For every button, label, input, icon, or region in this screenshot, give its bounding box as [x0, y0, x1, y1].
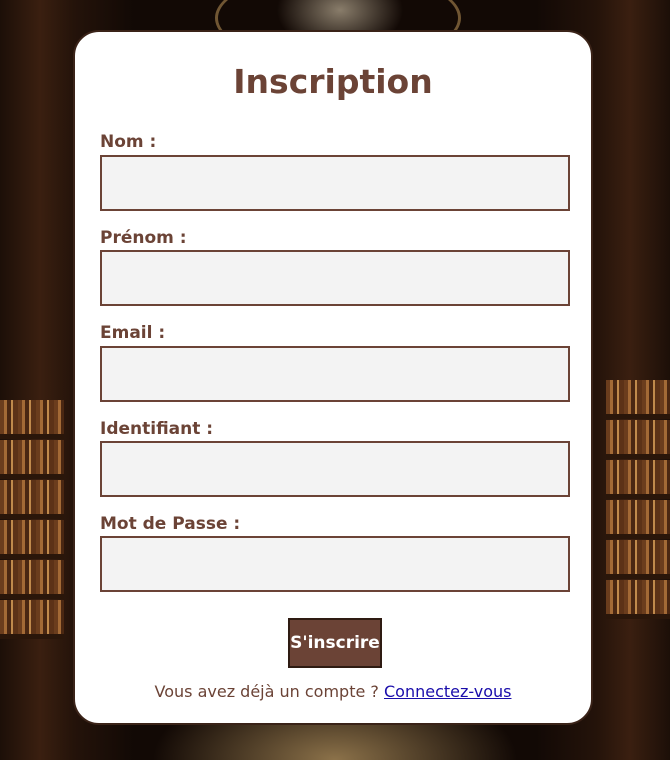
login-prompt: Vous avez déjà un compte ? Connectez-vou… [75, 682, 591, 701]
book-row [0, 520, 64, 559]
prenom-input[interactable] [100, 250, 570, 306]
identifiant-input[interactable] [100, 441, 570, 497]
book-row [606, 500, 670, 539]
book-row [606, 460, 670, 499]
password-label: Mot de Passe : [100, 514, 241, 534]
book-row [0, 440, 64, 479]
book-row [606, 580, 670, 619]
book-row [0, 400, 64, 439]
nom-input[interactable] [100, 155, 570, 211]
register-button[interactable]: S'inscrire [288, 618, 382, 668]
registration-card: Inscription Nom : Prénom : Email : Ident… [73, 30, 593, 725]
form-title: Inscription [233, 62, 433, 101]
book-row [606, 380, 670, 419]
book-row [606, 540, 670, 579]
nom-label: Nom : [100, 132, 157, 152]
login-prompt-text: Vous avez déjà un compte ? [154, 682, 379, 701]
email-input[interactable] [100, 346, 570, 402]
login-link[interactable]: Connectez-vous [384, 682, 511, 701]
book-row [606, 420, 670, 459]
identifiant-label: Identifiant : [100, 419, 214, 439]
email-label: Email : [100, 323, 166, 343]
password-input[interactable] [100, 536, 570, 592]
book-row [0, 600, 64, 639]
book-row [0, 560, 64, 599]
book-row [0, 480, 64, 519]
prenom-label: Prénom : [100, 228, 187, 248]
